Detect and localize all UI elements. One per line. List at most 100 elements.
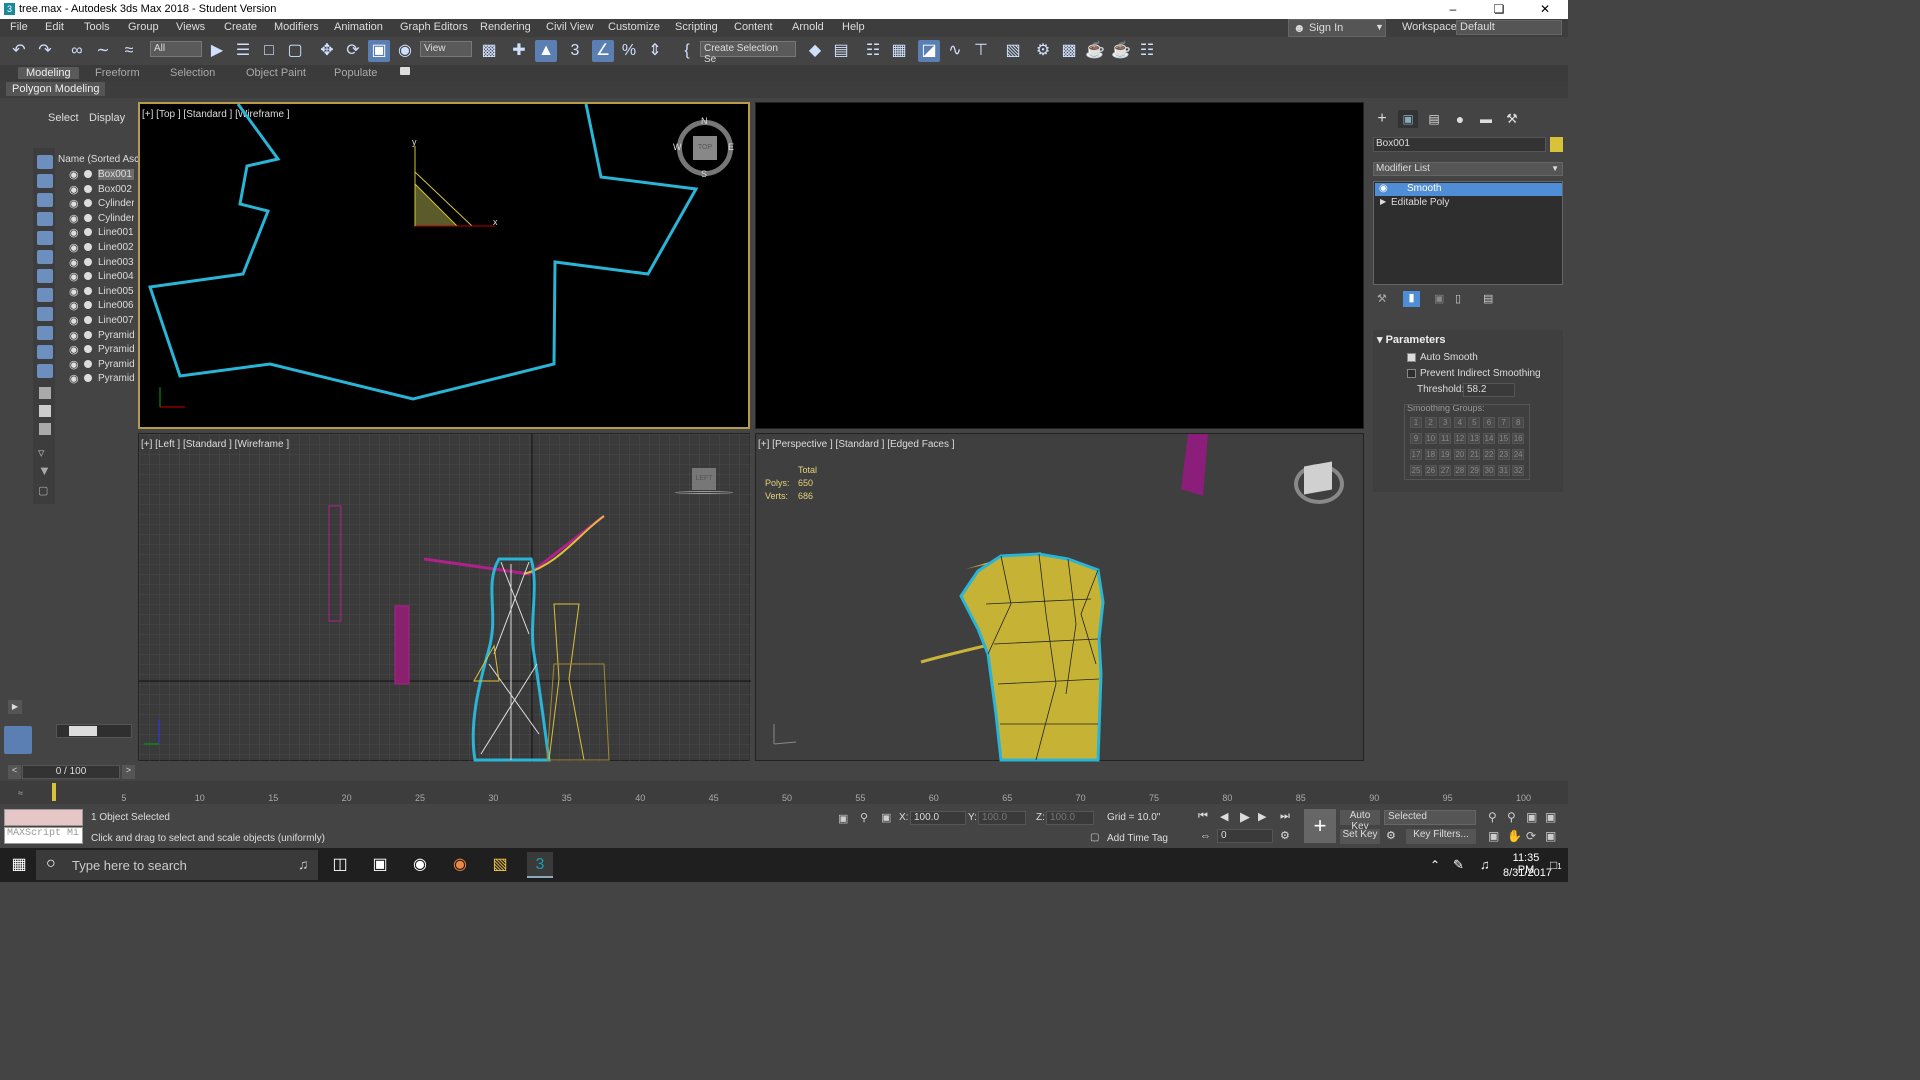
- sort-icon[interactable]: [39, 405, 51, 417]
- rotate-icon[interactable]: ⟳: [342, 40, 364, 62]
- list-item[interactable]: ◉ Pyramid: [66, 329, 134, 343]
- stack-item-smooth[interactable]: ◉ Smooth: [1375, 183, 1562, 196]
- show-end-result-icon[interactable]: ▮: [1403, 291, 1420, 307]
- smoothing-group-button[interactable]: 7: [1497, 417, 1510, 428]
- task-view-icon[interactable]: ◫: [327, 852, 353, 878]
- scale-icon[interactable]: ▣: [368, 40, 390, 62]
- edit-named-selection-icon[interactable]: {: [676, 40, 698, 62]
- rendered-frame-icon[interactable]: ▩: [1058, 40, 1080, 62]
- eye-icon[interactable]: ◉: [69, 343, 79, 356]
- smoothing-group-button[interactable]: 1: [1410, 417, 1422, 428]
- ribbon-toggle-icon[interactable]: [400, 67, 410, 75]
- manipulate-icon[interactable]: ✚: [508, 40, 530, 62]
- eye-icon[interactable]: ◉: [69, 241, 79, 254]
- store-icon[interactable]: ▣: [367, 852, 393, 878]
- smoothing-group-button[interactable]: 9: [1410, 433, 1422, 444]
- eye-icon[interactable]: ◉: [69, 168, 79, 181]
- chrome-icon[interactable]: ◉: [447, 852, 473, 878]
- list-item[interactable]: ◉ Pyramid: [66, 358, 134, 372]
- smoothing-group-button[interactable]: 13: [1468, 433, 1481, 444]
- eye-icon[interactable]: ◉: [69, 358, 79, 371]
- hierarchy-icon[interactable]: [39, 387, 51, 399]
- menu-customize[interactable]: Customize: [608, 21, 660, 33]
- keyboard-shortcut-icon[interactable]: ▲: [535, 40, 557, 62]
- list-item[interactable]: ◉ Line004: [66, 270, 134, 284]
- display-geometry-icon[interactable]: [37, 174, 53, 188]
- tab-modeling[interactable]: Modeling: [18, 67, 79, 79]
- close-button[interactable]: ✕: [1522, 0, 1568, 19]
- add-time-tag[interactable]: Add Time Tag: [1107, 833, 1168, 844]
- smoothing-group-button[interactable]: 6: [1483, 417, 1495, 428]
- 3dsmax-taskbar-icon[interactable]: 3: [527, 852, 553, 878]
- object-color-swatch[interactable]: [1550, 137, 1563, 152]
- viewport-layout-icon[interactable]: [4, 726, 32, 754]
- render-setup-icon[interactable]: ⚙: [1032, 40, 1054, 62]
- key-set-dropdown[interactable]: Selected: [1384, 810, 1476, 825]
- undo-icon[interactable]: ↶: [8, 40, 30, 62]
- layer-icon[interactable]: [39, 423, 51, 435]
- selection-filter-dropdown[interactable]: All: [150, 41, 202, 57]
- zoom-all-icon[interactable]: ⚲: [1507, 810, 1516, 824]
- viewport-empty[interactable]: [755, 102, 1364, 429]
- make-unique-icon[interactable]: ▣: [1434, 292, 1444, 305]
- rect-selection-icon[interactable]: □: [258, 40, 280, 62]
- display-helpers-icon[interactable]: [37, 250, 53, 264]
- goto-start-icon[interactable]: ⏮: [1198, 810, 1208, 823]
- display-xrefs-icon[interactable]: [37, 307, 53, 321]
- smoothing-group-button[interactable]: 25: [1410, 465, 1422, 476]
- display-cameras-icon[interactable]: [37, 231, 53, 245]
- menu-edit[interactable]: Edit: [45, 21, 64, 33]
- eye-icon[interactable]: ◉: [69, 372, 79, 385]
- eye-icon[interactable]: ◉: [69, 299, 79, 312]
- menu-modifiers[interactable]: Modifiers: [274, 21, 319, 33]
- show-hidden-icons-icon[interactable]: ⌃: [1430, 858, 1440, 872]
- smoothing-group-button[interactable]: 5: [1468, 417, 1481, 428]
- smoothing-group-button[interactable]: 3: [1439, 417, 1452, 428]
- eye-icon[interactable]: ◉: [69, 270, 79, 283]
- taskbar-search[interactable]: ○ Type here to search ♫: [36, 850, 318, 880]
- menu-group[interactable]: Group: [128, 21, 159, 33]
- ref-coord-dropdown[interactable]: View: [420, 41, 472, 57]
- smoothing-group-button[interactable]: 16: [1512, 433, 1525, 444]
- smoothing-group-button[interactable]: 2: [1424, 417, 1437, 428]
- menu-create[interactable]: Create: [224, 21, 257, 33]
- notification-icon[interactable]: □1: [1550, 858, 1562, 872]
- maximize-button[interactable]: ❏: [1476, 0, 1522, 19]
- key-mode-icon[interactable]: ⇔: [1200, 830, 1211, 842]
- smoothing-group-button[interactable]: 31: [1497, 465, 1510, 476]
- lock-icon[interactable]: ▢: [38, 484, 48, 497]
- view-cube[interactable]: TOP: [693, 136, 717, 160]
- smoothing-group-button[interactable]: 21: [1468, 449, 1481, 460]
- modifier-list-dropdown[interactable]: Modifier List ▼: [1373, 162, 1563, 176]
- polygon-modeling-panel[interactable]: Polygon Modeling: [6, 82, 106, 96]
- file-explorer-icon[interactable]: ▧: [487, 852, 513, 878]
- move-icon[interactable]: ✥: [316, 40, 338, 62]
- view-cube-ring[interactable]: [675, 491, 733, 494]
- schematic-view-icon[interactable]: ⊤: [970, 40, 992, 62]
- smoothing-group-button[interactable]: 10: [1424, 433, 1437, 444]
- pivot-center-icon[interactable]: ▩: [478, 40, 500, 62]
- menu-graph-editors[interactable]: Graph Editors: [400, 21, 468, 33]
- volume-icon[interactable]: ♫: [1480, 857, 1490, 872]
- toggle-ribbon-icon[interactable]: ▦: [888, 40, 910, 62]
- minimize-button[interactable]: –: [1430, 0, 1476, 19]
- list-item[interactable]: ◉ Line006: [66, 299, 134, 313]
- link-icon[interactable]: ∞: [66, 40, 88, 62]
- y-coord-field[interactable]: 100.0: [978, 811, 1026, 825]
- eye-icon[interactable]: ◉: [1379, 183, 1388, 194]
- display-spacewarps-icon[interactable]: [37, 269, 53, 283]
- tab-object-paint[interactable]: Object Paint: [246, 67, 306, 79]
- play-icon[interactable]: ▶: [1240, 809, 1250, 825]
- microphone-icon[interactable]: ♫: [298, 856, 309, 872]
- list-item[interactable]: ◉ Cylinder: [66, 197, 134, 211]
- snaps-toggle-icon[interactable]: 3: [564, 40, 586, 62]
- isolate-selection-icon[interactable]: ▣: [838, 812, 848, 825]
- list-item[interactable]: ◉ Line003: [66, 256, 134, 270]
- menu-tools[interactable]: Tools: [84, 21, 110, 33]
- render-cloud-icon[interactable]: ☷: [1136, 40, 1158, 62]
- layer-explorer-icon[interactable]: ☷: [862, 40, 884, 62]
- curve-toggle-icon[interactable]: ≈: [18, 788, 23, 798]
- select-by-name-icon[interactable]: ☰: [232, 40, 254, 62]
- smoothing-group-button[interactable]: 14: [1483, 433, 1495, 444]
- z-coord-field[interactable]: 100.0: [1046, 811, 1094, 825]
